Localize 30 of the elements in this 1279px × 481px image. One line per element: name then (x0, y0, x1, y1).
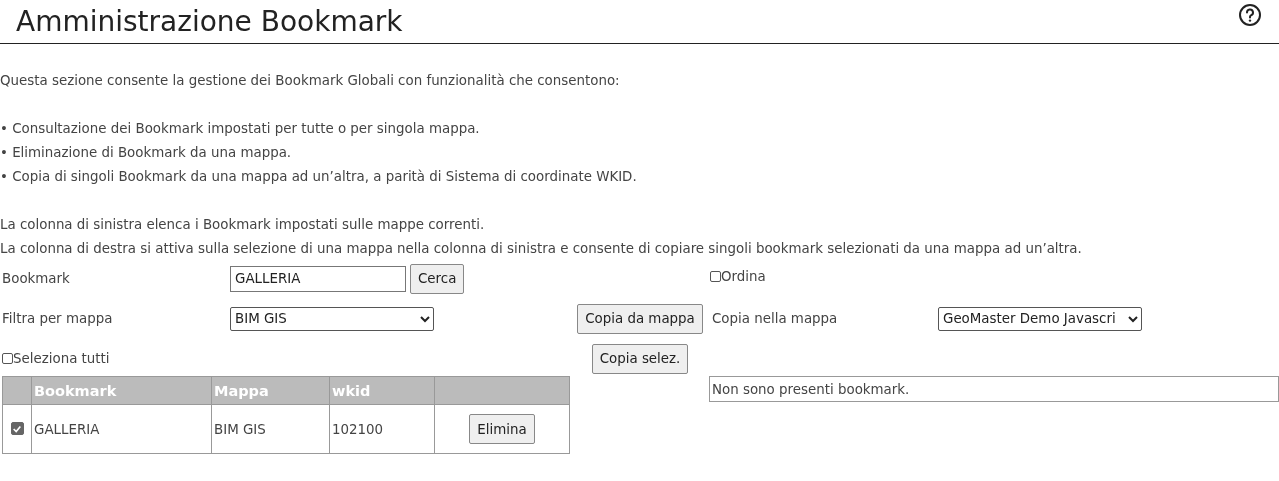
target-map-dropdown[interactable]: GeoMaster Demo Javascri (938, 306, 1142, 331)
empty-message: Non sono presenti bookmark. (709, 376, 1279, 402)
search-field[interactable]: GALLERIA (230, 265, 406, 292)
search-button[interactable]: Cerca (410, 263, 465, 294)
table-cell: GALLERIA (31, 404, 212, 454)
checkbox-label: Ordina (721, 269, 766, 284)
field-label: Filtra per mappa (1, 311, 114, 326)
table-cell: BIM GIS (211, 404, 330, 454)
bullet-item: • Consultazione dei Bookmark impostati per tutte o per singola mappa. (0, 120, 481, 138)
copy-selected-button[interactable]: Copia selez. (591, 343, 689, 374)
field-label: Copia nella mappa (711, 311, 839, 326)
column-header: wkid (329, 376, 435, 405)
note-text: La colonna di destra si attiva sulla selezione di una mappa nella colonna di sinistra e consente di copiare singoli bookmark selezionati da una mappa ad un’altra. (0, 240, 1083, 258)
copy-from-map-button[interactable]: Copia da mappa (577, 303, 703, 334)
map-filter-dropdown[interactable]: BIM GIS (230, 306, 434, 331)
bullet-item: • Eliminazione di Bookmark da una mappa. (0, 144, 293, 162)
page-title: Amministrazione Bookmark (16, 5, 403, 38)
checkbox[interactable] (10, 422, 24, 435)
column-header: Bookmark (31, 376, 212, 405)
checkbox[interactable] (2, 353, 13, 364)
bullet-item: • Copia di singoli Bookmark da una mappa ad un’altra, a parità di Sistema di coordinate WKID. (0, 168, 638, 186)
help-icon[interactable] (1238, 2, 1262, 27)
delete-button[interactable]: Elimina (469, 414, 535, 444)
field-label: Bookmark (1, 271, 71, 286)
table-cell: 102100 (329, 404, 435, 454)
column-header: Mappa (211, 376, 330, 405)
checkbox-label: Seleziona tutti (13, 351, 110, 366)
checkbox[interactable] (710, 271, 721, 282)
intro-text: Questa sezione consente la gestione dei Bookmark Globali con funzionalità che consentono: (0, 72, 621, 90)
note-text: La colonna di sinistra elenca i Bookmark impostati sulle mappe correnti. (0, 216, 486, 234)
